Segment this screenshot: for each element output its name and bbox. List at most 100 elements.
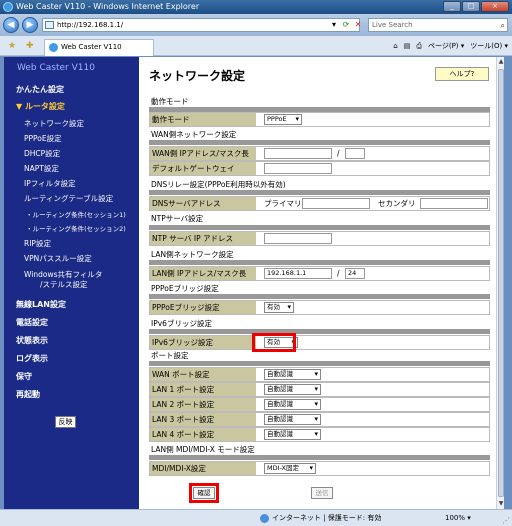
sidebar-item-status[interactable]: 状態表示 (16, 335, 48, 346)
sidebar-item-log[interactable]: ログ表示 (16, 353, 48, 364)
scroll-down-icon[interactable]: ▼ (497, 499, 505, 509)
port-label: LAN 4 ポート設定 (150, 428, 256, 441)
main-panel: ネットワーク設定 ヘルプ? 動作モード 動作モード PPPoE WAN側ネットワ… (139, 57, 496, 509)
sidebar-item-wireless-lan[interactable]: 無線LAN設定 (16, 299, 66, 310)
tab-bar: ★ ✚ Web Caster V110 ⌂ ▤ ⎙ ページ(P) ▾ ツール(O… (0, 36, 512, 56)
sidebar: Web Caster V110 かんたん設定 ▼ ルータ設定 ネットワーク設定 … (4, 57, 139, 509)
back-button[interactable]: ◀ (3, 17, 19, 33)
sidebar-item-network[interactable]: ネットワーク設定 (24, 118, 84, 129)
lan-slash: / (337, 269, 340, 278)
port-label: LAN 2 ポート設定 (150, 398, 256, 411)
refresh-icon[interactable]: ⟳ (340, 18, 352, 32)
window-titlebar: Web Caster V110 - Windows Internet Explo… (0, 0, 512, 14)
port-select[interactable]: 自動認識 (264, 399, 321, 410)
stop-icon[interactable]: ✕ (352, 18, 364, 32)
section-port: ポート設定 (151, 351, 189, 360)
page-menu[interactable]: ページ(P) ▾ (428, 40, 464, 52)
pppoe-bridge-select[interactable]: 有効 (264, 302, 294, 313)
address-dropdown-icon[interactable]: ▾ (328, 18, 340, 32)
vertical-scrollbar[interactable]: ▲ ▼ (496, 57, 504, 509)
feeds-icon[interactable]: ▤ (404, 40, 411, 52)
highlight-confirm (189, 483, 219, 503)
submit-button[interactable]: 送信 (311, 487, 333, 499)
window-title: Web Caster V110 - Windows Internet Explo… (16, 2, 200, 11)
add-favorites-icon[interactable]: ✚ (26, 41, 34, 51)
row-wan-ip: WAN側 IPアドレス/マスク長 / (149, 146, 490, 161)
row-ntp: NTP サーバ IP アドレス (149, 231, 490, 246)
sidebar-item-routing-session1[interactable]: ・ルーティング条件(セッション1) (26, 209, 126, 219)
port-select[interactable]: 自動認識 (264, 429, 321, 440)
status-bar: インターネット | 保護モード: 有効 100% ▾ ⋰ (0, 509, 512, 526)
sidebar-item-phone[interactable]: 電話設定 (16, 317, 48, 328)
port-select[interactable]: 自動認識 (264, 369, 321, 380)
print-icon[interactable]: ⎙ (416, 40, 422, 52)
sidebar-item-stealth[interactable]: /ステルス設定 (40, 279, 88, 290)
lan-mask-input[interactable]: 24 (345, 268, 365, 279)
section-ipv6-bridge: IPv6ブリッジ設定 (151, 319, 212, 328)
maximize-button[interactable]: □ (462, 1, 480, 12)
zone-text: インターネット | 保護モード: 有効 (272, 514, 382, 522)
port-label: LAN 1 ポート設定 (150, 383, 256, 396)
port-select[interactable]: 自動認識 (264, 384, 321, 395)
address-field[interactable]: http://192.168.1.1/ (42, 18, 360, 32)
gateway-input[interactable] (264, 163, 332, 174)
forward-button[interactable]: ▶ (22, 17, 38, 33)
section-mdi: LAN側 MDI/MDI-X モード設定 (151, 445, 255, 454)
section-divider (149, 140, 490, 145)
zoom-control[interactable]: 100% ▾ (445, 510, 471, 526)
minimize-button[interactable]: _ (443, 1, 461, 12)
sidebar-item-maintenance[interactable]: 保守 (16, 371, 32, 382)
section-mode: 動作モード (151, 97, 189, 106)
section-ntp: NTPサーバ設定 (151, 214, 204, 223)
scroll-thumb[interactable] (498, 69, 504, 497)
dns-primary-label: プライマリ (264, 199, 302, 208)
internet-zone-icon (260, 513, 269, 523)
sidebar-item-dhcp[interactable]: DHCP設定 (24, 148, 60, 159)
sidebar-item-routing-session2[interactable]: ・ルーティング条件(セッション2) (26, 223, 126, 233)
ntp-input[interactable] (264, 233, 332, 244)
mode-label: 動作モード (150, 113, 256, 126)
dns-secondary-input[interactable] (420, 198, 488, 209)
apply-button[interactable]: 反映 (55, 416, 76, 428)
section-divider (149, 260, 490, 265)
sidebar-item-router-settings[interactable]: ▼ ルータ設定 (16, 101, 65, 112)
sidebar-item-ip-filter[interactable]: IPフィルタ設定 (24, 178, 76, 189)
favorites-star-icon[interactable]: ★ (8, 41, 16, 51)
dns-primary-input[interactable] (302, 198, 370, 209)
sidebar-item-pppoe[interactable]: PPPoE設定 (24, 133, 62, 144)
sidebar-item-reboot[interactable]: 再起動 (16, 389, 40, 400)
mdi-label: MDI/MDI-X設定 (150, 462, 256, 475)
window-controls: _ □ × (443, 1, 509, 12)
section-divider (149, 329, 490, 334)
page-content: Web Caster V110 かんたん設定 ▼ ルータ設定 ネットワーク設定 … (4, 57, 504, 509)
search-icon[interactable]: ⌕ (501, 20, 505, 32)
search-input[interactable]: Live Search ⌕ (368, 18, 508, 32)
wan-slash: / (337, 149, 340, 158)
scroll-up-icon[interactable]: ▲ (497, 57, 505, 67)
tools-menu[interactable]: ツール(O) ▾ (470, 40, 508, 52)
wan-mask-input[interactable] (345, 148, 365, 159)
section-divider (149, 190, 490, 195)
close-button[interactable]: × (481, 1, 509, 12)
row-gateway: デフォルトゲートウェイ (149, 161, 490, 176)
row-lan-ip: LAN側 IPアドレス/マスク長 192.168.1.1 / 24 (149, 266, 490, 281)
help-button[interactable]: ヘルプ? (435, 67, 489, 81)
resize-grip-icon[interactable]: ⋰ (502, 513, 510, 526)
row-pppoe-bridge: PPPoEブリッジ設定 有効 (149, 300, 490, 315)
browser-tab[interactable]: Web Caster V110 (44, 39, 154, 56)
lan-ip-input[interactable]: 192.168.1.1 (264, 268, 332, 279)
sidebar-item-routing-table[interactable]: ルーティングテーブル設定 (24, 193, 113, 204)
wan-ip-input[interactable] (264, 148, 332, 159)
mode-select[interactable]: PPPoE (264, 114, 302, 125)
home-icon[interactable]: ⌂ (393, 40, 397, 52)
gateway-label: デフォルトゲートウェイ (150, 162, 256, 175)
mdi-select[interactable]: MDI-X固定 (264, 463, 316, 474)
sidebar-item-vpn-passthrough[interactable]: VPNパススルー設定 (24, 253, 92, 264)
sidebar-item-napt[interactable]: NAPT設定 (24, 163, 59, 174)
port-select[interactable]: 自動認識 (264, 414, 321, 425)
highlight-ipv6-bridge (252, 333, 296, 352)
sidebar-item-quick-setup[interactable]: かんたん設定 (16, 84, 64, 95)
pppoe-bridge-label: PPPoEブリッジ設定 (150, 301, 256, 314)
security-zone: インターネット | 保護モード: 有効 (260, 510, 381, 526)
sidebar-item-rip[interactable]: RIP設定 (24, 238, 51, 249)
